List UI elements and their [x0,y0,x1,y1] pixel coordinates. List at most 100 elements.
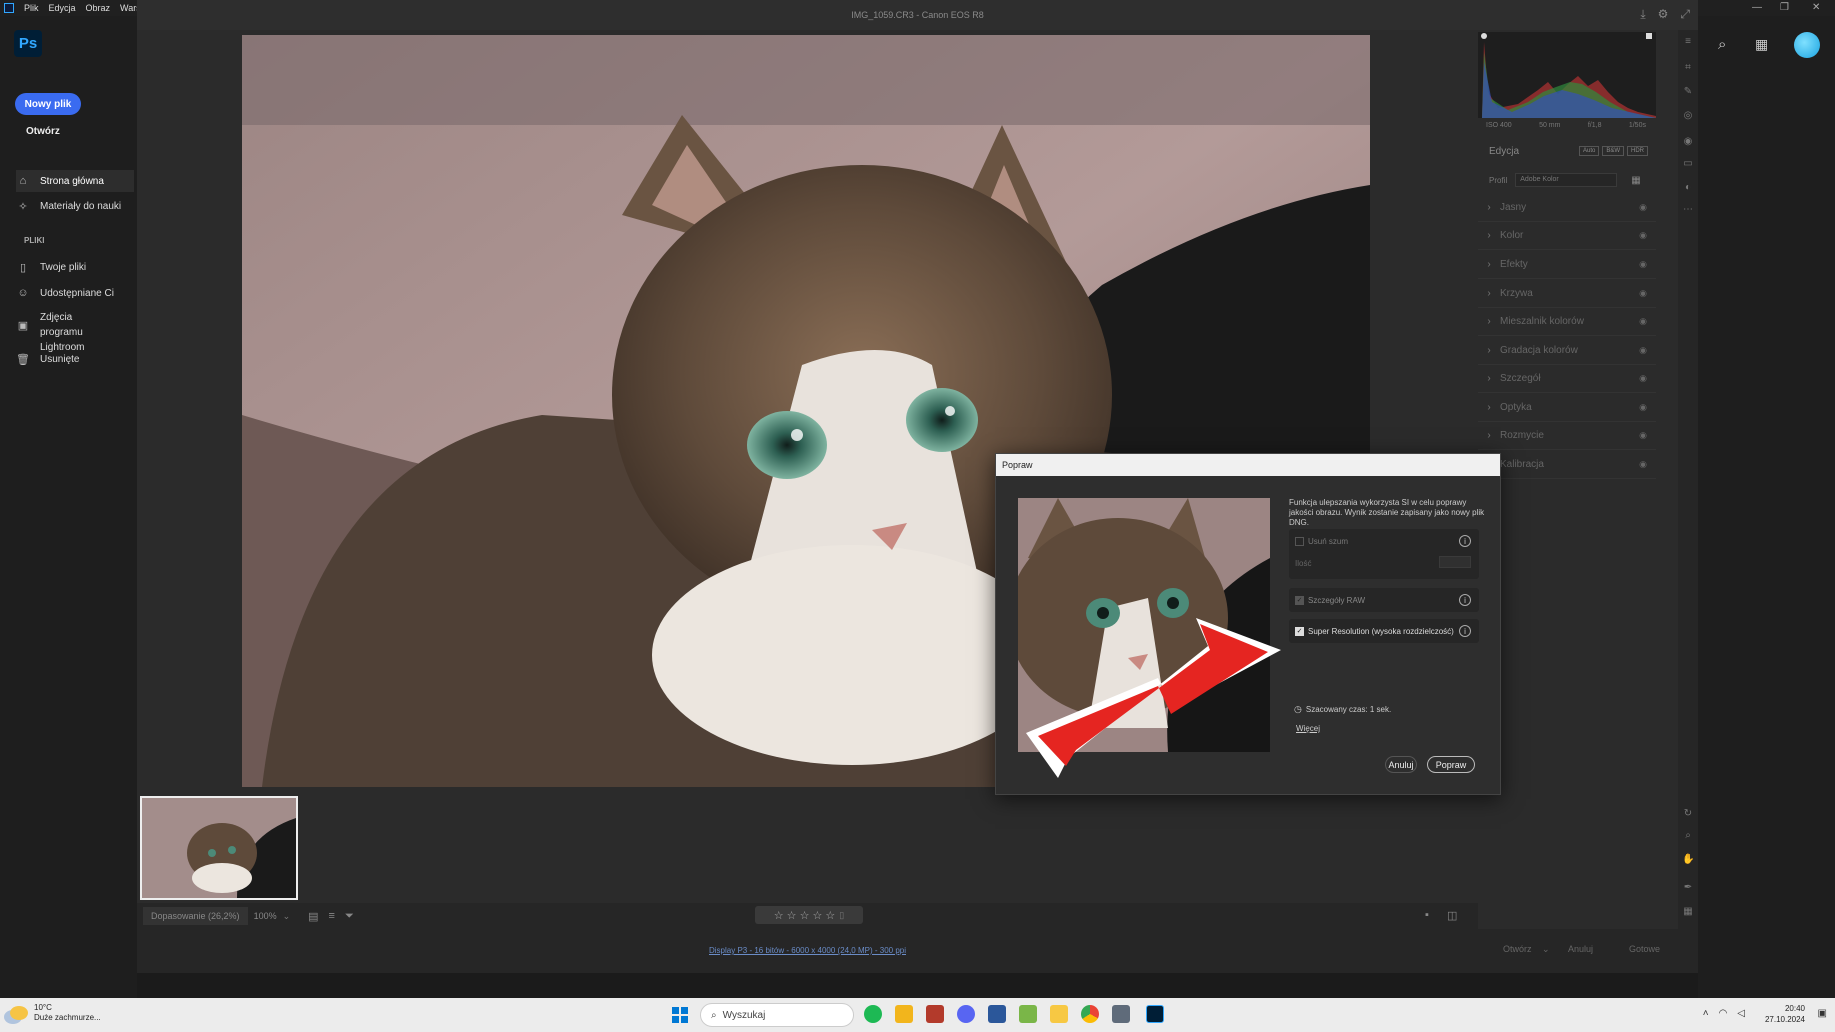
menu-image[interactable]: Obraz [86,3,111,13]
section-color-mixer[interactable]: › Mieszalnik kolorów ◉ [1478,308,1656,336]
filmstrip-icon[interactable]: ▤ [308,910,318,923]
restore-icon[interactable]: ❐ [1780,2,1789,13]
section-color-grading[interactable]: › Gradacja kolorów ◉ [1478,337,1656,365]
presets-icon[interactable]: ◐ [1682,182,1694,194]
done-button[interactable]: Gotowe [1629,944,1660,954]
eye-icon[interactable]: ◉ [1639,288,1647,299]
eye-icon[interactable]: ◉ [1639,402,1647,413]
eye-icon[interactable]: ◉ [1639,202,1647,213]
more-link[interactable]: Więcej [1296,724,1320,733]
spotify-icon[interactable] [864,1005,882,1023]
more-icon[interactable]: ⋯ [1682,204,1694,216]
eye-icon[interactable]: ◉ [1639,230,1647,241]
discord-icon[interactable] [957,1005,975,1023]
calculator-icon[interactable] [1112,1005,1130,1023]
sidebar-item-home[interactable]: ⌂ Strona główna [16,170,134,192]
edit-sliders-icon[interactable]: ≡ [1682,36,1694,48]
profile-select[interactable]: Adobe Kolor [1515,173,1618,187]
chevron-down-icon[interactable]: ⌄ [1542,944,1550,955]
section-color[interactable]: › Kolor ◉ [1478,222,1656,250]
app-icon[interactable] [1019,1005,1037,1023]
menu-file[interactable]: Plik [24,3,39,13]
section-detail[interactable]: › Szczegół ◉ [1478,365,1656,393]
eye-icon[interactable]: ◉ [1639,459,1647,470]
denoise-option[interactable]: Usuń szum i [1289,529,1479,553]
info-icon[interactable]: i [1459,535,1471,547]
section-light[interactable]: › Jasny ◉ [1478,194,1656,222]
sidebar-item-shared[interactable]: ☺ Udostępniane Ci [16,282,134,304]
grid-icon[interactable]: ▦ [1682,906,1694,918]
zoom-level-select[interactable]: 100% [254,911,277,921]
zoom-fit-button[interactable]: Dopasowanie (26,2%) [143,907,248,925]
single-view-icon[interactable]: ▪ [1425,909,1429,921]
snapshot-icon[interactable]: ▭ [1682,158,1694,170]
chevron-up-icon[interactable]: ˄ [1703,1008,1709,1019]
cancel-button[interactable]: Anuluj [1385,756,1417,773]
wifi-icon[interactable]: ◠ [1719,1008,1728,1019]
eye-icon[interactable]: ◉ [1639,259,1647,270]
mask-icon[interactable]: ◎ [1682,110,1694,122]
info-icon[interactable]: i [1459,625,1471,637]
eye-icon[interactable]: ◉ [1639,316,1647,327]
minimize-icon[interactable]: — [1752,2,1762,13]
section-optics[interactable]: › Optyka ◉ [1478,394,1656,422]
app-icon[interactable] [926,1005,944,1023]
taskbar-search[interactable]: ⌕ Wyszukaj [700,1003,854,1027]
sidebar-item-learn[interactable]: ✧ Materiały do nauki [16,195,134,217]
sidebar-item-your-files[interactable]: ▯ Twoje pliki [16,256,134,278]
cancel-button[interactable]: Anuluj [1568,944,1593,954]
chevron-down-icon[interactable]: ⌄ [283,911,291,922]
eye-icon[interactable]: ◉ [1639,430,1647,441]
windows-start-icon[interactable] [672,1007,688,1023]
crop-icon[interactable]: ⌗ [1682,62,1694,74]
zoom-icon[interactable]: ⌕ [1682,830,1694,842]
search-icon[interactable]: ⌕ [1718,36,1726,53]
rotate-icon[interactable]: ↻ [1682,808,1694,820]
section-calibration[interactable]: ›Kalibracja◉ [1478,451,1656,479]
filter-icon[interactable]: ⏷ [345,910,354,923]
filmstrip-thumbnail[interactable] [140,796,298,900]
section-blur[interactable]: › Rozmycie ◉ [1478,422,1656,450]
super-resolution-checkbox[interactable]: ✓ [1295,626,1304,636]
rating-stars[interactable]: ☆ ☆ ☆ ☆ ☆ ▯ [755,906,863,924]
new-file-button[interactable]: Nowy plik [15,93,81,115]
red-eye-icon[interactable]: ◉ [1682,136,1694,148]
open-button[interactable]: Otwórz [26,126,60,137]
enhance-button[interactable]: Popraw [1427,756,1475,773]
file-explorer-icon[interactable] [895,1005,913,1023]
avatar[interactable] [1794,32,1820,58]
compare-view-icon[interactable]: ◫ [1447,909,1457,922]
raw-details-option[interactable]: ✓ Szczegóły RAW i [1289,588,1479,612]
color-sampler-icon[interactable]: ✒ [1682,882,1694,894]
denoise-checkbox[interactable] [1295,536,1304,546]
auto-button[interactable]: Auto [1578,146,1600,156]
bw-button[interactable]: B&W [1602,146,1624,156]
hand-icon[interactable]: ✋ [1682,854,1694,866]
section-effects[interactable]: › Efekty ◉ [1478,251,1656,279]
photoshop-taskbar-icon[interactable] [1146,1005,1164,1023]
sort-icon[interactable]: ≡ [329,910,335,922]
volume-icon[interactable]: ◁ [1737,1008,1745,1019]
fullscreen-icon[interactable]: ⤢ [1680,7,1690,22]
profile-browser-icon[interactable]: ▦ [1631,175,1640,186]
gift-icon[interactable]: ▦ [1755,36,1768,53]
sidebar-item-lightroom[interactable]: ▣ Zdjęcia programu Lightroom [16,310,134,353]
file-info-link[interactable]: Display P3 - 16 bitów - 6000 x 4000 (24,… [137,946,1478,955]
notes-icon[interactable] [1050,1005,1068,1023]
weather-widget[interactable]: 10°C Duże zachmurze... [10,1003,101,1023]
word-icon[interactable] [988,1005,1006,1023]
menu-edit[interactable]: Edycja [49,3,76,13]
clock[interactable]: 20:40 27.10.2024 [1765,1003,1805,1025]
info-icon[interactable]: i [1459,594,1471,606]
trash-icon[interactable]: ▯ [839,910,844,921]
open-button[interactable]: Otwórz [1503,944,1532,954]
notification-icon[interactable]: ▣ [1818,1008,1827,1019]
gear-icon[interactable]: ⚙ [1658,7,1669,22]
close-icon[interactable]: ✕ [1812,2,1820,13]
hdr-button[interactable]: HDR [1627,146,1648,156]
chrome-icon[interactable] [1081,1005,1099,1023]
stars-label[interactable]: ☆ ☆ ☆ ☆ ☆ [774,909,836,922]
eye-icon[interactable]: ◉ [1639,373,1647,384]
super-resolution-option[interactable]: ✓ Super Resolution (wysoka rozdzielczość… [1289,619,1479,643]
eraser-icon[interactable]: ✎ [1682,86,1694,98]
